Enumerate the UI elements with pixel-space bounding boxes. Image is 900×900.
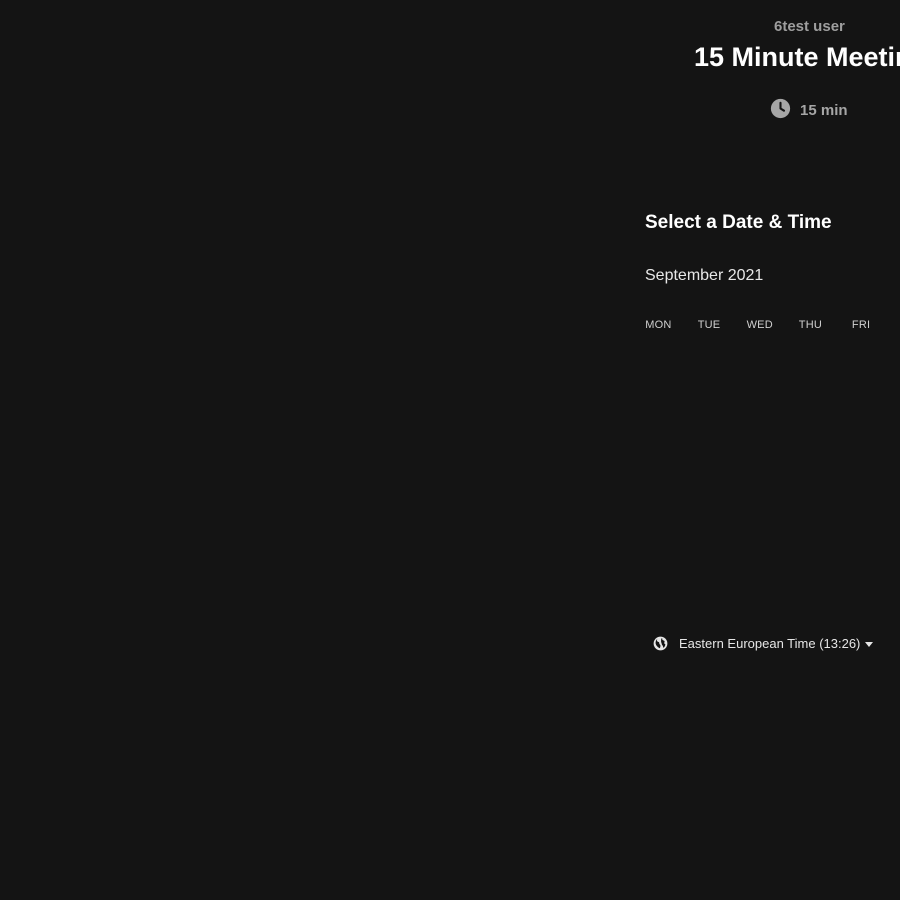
clock-icon (770, 98, 791, 119)
month-label: September 2021 (645, 267, 764, 284)
timezone-label: Eastern European Time (13:26) (679, 636, 861, 651)
date-time-heading: Select a Date & Time (645, 212, 832, 233)
weekday-header: MON TUE WED THU FRI (633, 319, 886, 331)
event-duration: 15 min (770, 98, 848, 119)
booking-page: 6test user 15 Minute Meeting 15 min Sele… (0, 0, 900, 900)
weekday-tue: TUE (697, 319, 721, 331)
weekday-thu: THU (798, 319, 823, 331)
organizer-name: 6test user (774, 18, 845, 35)
globe-icon (653, 636, 668, 651)
weekday-mon: MON (645, 319, 672, 331)
weekday-wed: WED (746, 319, 773, 331)
timezone-selector[interactable]: Eastern European Time (13:26) (653, 636, 874, 651)
weekday-fri: FRI (851, 319, 871, 331)
caret-down-icon (865, 641, 874, 647)
event-title: 15 Minute Meeting (694, 42, 900, 72)
duration-label: 15 min (800, 101, 848, 119)
